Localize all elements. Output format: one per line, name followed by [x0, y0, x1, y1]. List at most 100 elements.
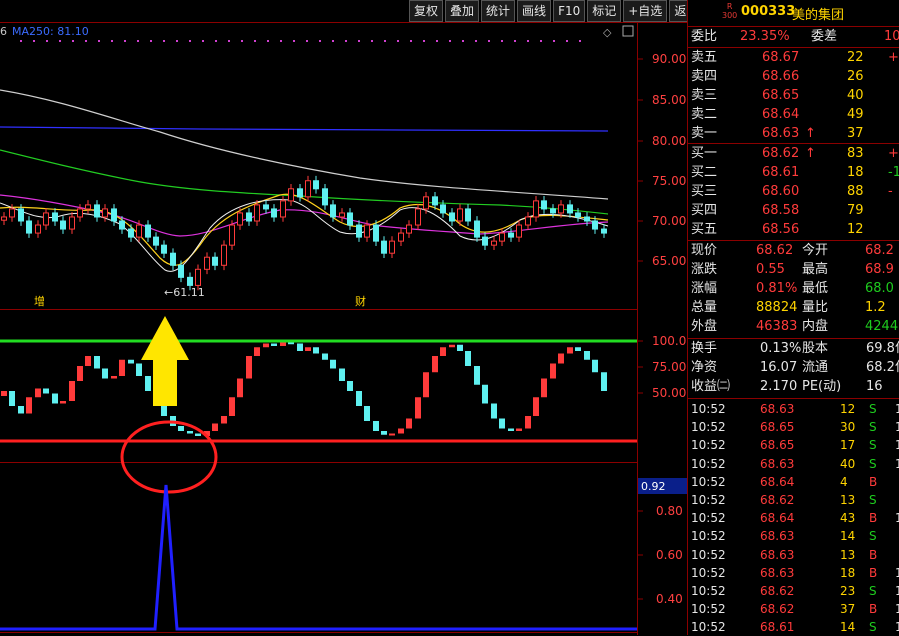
oscillator-bar [440, 347, 446, 356]
stat-label-2: 股本 [802, 341, 829, 356]
tick-row[interactable]: 10:52 68.62 37 B 1 [688, 600, 899, 618]
candlestick-series[interactable] [1, 175, 607, 291]
quote-value: 88824 [756, 300, 798, 315]
oscillator-bar [373, 421, 379, 431]
ma60-line [0, 149, 609, 215]
stat-value-2: 69.8亿 [866, 341, 899, 356]
oscillator-bar [145, 376, 151, 391]
oscillator-bar [35, 388, 41, 398]
fundamental-row: 净资 16.07 流通 68.2亿 [688, 359, 899, 377]
candle-body [457, 208, 463, 222]
quote-label-2: 内盘 [802, 319, 829, 334]
tick-side: S [869, 420, 877, 435]
signal-dot [553, 40, 555, 42]
tick-row[interactable]: 10:52 68.63 12 S 1 [688, 400, 899, 418]
candle-body [237, 212, 243, 226]
f10-button[interactable]: F10 [553, 0, 586, 22]
oscillator-bars [1, 342, 607, 436]
candle-body [465, 208, 471, 222]
ask-price: 68.66 [762, 69, 800, 84]
panel-toggle-icon[interactable] [622, 25, 634, 37]
tick-volume: 37 [840, 602, 856, 617]
signal-dot [423, 40, 425, 42]
adjust-button[interactable]: 复权 [409, 0, 444, 22]
draw-line-button[interactable]: 画线 [517, 0, 552, 22]
tick-volume: 40 [840, 456, 856, 471]
quote-row: 现价 68.62 今开 68.2 [688, 242, 899, 260]
bid-volume: 83 [847, 146, 864, 161]
quote-value-2: 68.2 [865, 243, 894, 258]
tick-row[interactable]: 10:52 68.65 30 S 1 [688, 418, 899, 436]
tick-row[interactable]: 10:52 68.61 14 S 1 [688, 618, 899, 636]
signal-dot [111, 40, 113, 42]
stock-name: 美的集团 [792, 8, 845, 23]
signal-dot [319, 40, 321, 42]
fundamental-row: 换手 0.13%股本 69.8亿 [688, 340, 899, 358]
divider [688, 338, 899, 339]
tick-row[interactable]: 10:52 68.63 40 S 1 [688, 455, 899, 473]
ask-level-row: 卖一 68.63 ↑ 37 [688, 125, 899, 143]
signal-highlight-circle [120, 420, 218, 494]
overlay-button[interactable]: 叠加 [445, 0, 480, 22]
oscillator-bar [111, 376, 117, 379]
candle-body [474, 220, 480, 238]
tick-count: 1 [895, 402, 899, 416]
signal-dot [462, 40, 464, 42]
mark-button[interactable]: 标记 [587, 0, 622, 22]
tick-row[interactable]: 10:52 68.62 13 S [688, 491, 899, 509]
add-watchlist-button[interactable]: +自选 [623, 0, 668, 22]
diamond-icon[interactable]: ◇ [603, 26, 612, 39]
tick-count: 1 [895, 456, 899, 471]
tick-row[interactable]: 10:52 68.65 17 S 1 [688, 436, 899, 454]
oscillator-bar [178, 426, 184, 431]
oscillator-bar [347, 381, 353, 391]
tick-row[interactable]: 10:52 68.63 18 B 1 [688, 564, 899, 582]
signal-line [0, 484, 637, 631]
bid-change: - [888, 184, 893, 199]
tick-count: 1 [895, 420, 899, 435]
candle-body [254, 204, 260, 222]
oscillator-bar [601, 372, 607, 391]
event-label-finance: 财 [355, 294, 366, 308]
candle-body [43, 212, 49, 226]
ma120-line [0, 89, 609, 200]
stock-chart-area[interactable]: 6 MA250: 81.10 ◇ 90.00 85.00 80.00 75.00 70.… [0, 0, 687, 635]
candle-body [288, 188, 294, 202]
tick-side: S [869, 438, 877, 453]
quote-value-2: 1.2 [865, 300, 886, 315]
candle-body [229, 224, 235, 246]
tick-row[interactable]: 10:52 68.63 13 B [688, 546, 899, 564]
tick-row[interactable]: 10:52 68.64 4 B [688, 473, 899, 491]
tick-row[interactable]: 10:52 68.62 23 S 1 [688, 582, 899, 600]
bid-label: 买四 [691, 203, 718, 218]
ask-price: 68.67 [762, 50, 800, 65]
stat-value-2: 68.2亿 [866, 360, 899, 375]
osc-tick-label: 50.00 [652, 386, 686, 400]
candle-body [356, 224, 362, 238]
candle-body [9, 208, 15, 218]
oscillator-bar [26, 397, 32, 414]
ask-price: 68.65 [762, 88, 800, 103]
candle-body [592, 220, 598, 230]
ask-volume: 26 [847, 69, 864, 84]
oscillator-bar [575, 347, 581, 351]
ask-level-row: 卖五 68.67 22 +2 [688, 49, 899, 67]
candle-body [449, 212, 455, 222]
candle-body [128, 228, 134, 238]
oscillator-bar [237, 378, 243, 398]
oscillator-bar [313, 347, 319, 354]
tick-price: 68.65 [760, 438, 795, 453]
divider [688, 398, 899, 399]
tick-row[interactable]: 10:52 68.63 14 S [688, 527, 899, 545]
tick-row[interactable]: 10:52 68.64 43 B 1 [688, 509, 899, 527]
signal-dot [540, 40, 542, 42]
signal-dot [475, 40, 477, 42]
signal-dot [488, 40, 490, 42]
bid-price: 68.58 [762, 203, 800, 218]
oscillator-bar [415, 397, 421, 419]
statistics-button[interactable]: 统计 [481, 0, 516, 22]
candle-body [35, 224, 41, 234]
signal-dot [449, 40, 451, 42]
tick-time: 10:52 [691, 420, 726, 435]
candle-body [516, 224, 522, 238]
